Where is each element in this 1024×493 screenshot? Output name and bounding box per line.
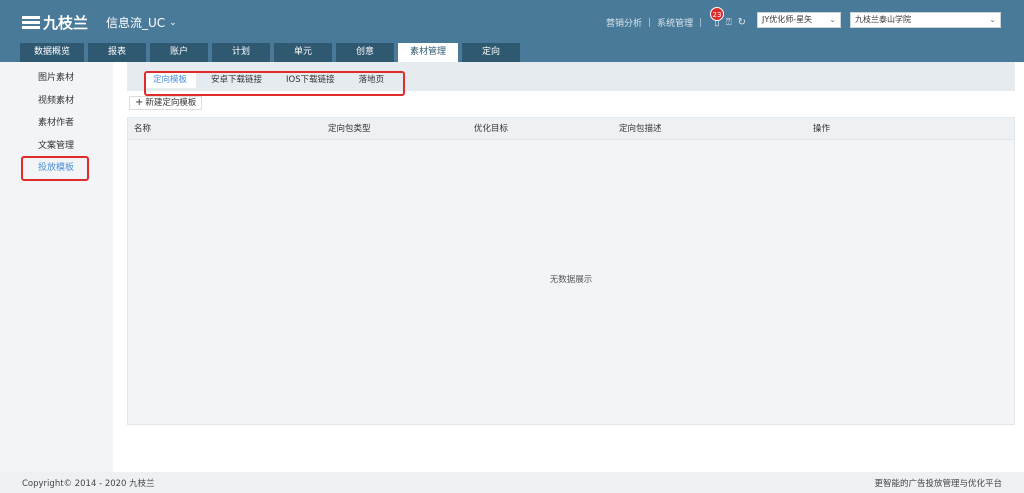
chevron-down-icon: ⌄ bbox=[989, 15, 996, 24]
highlight-box bbox=[144, 71, 405, 96]
top-links: 营销分析 | 系统管理 | ▯ ⍰ ↻ bbox=[606, 16, 746, 29]
sidebar-item-videos[interactable]: 视频素材 bbox=[0, 90, 113, 113]
sidebar: 图片素材 视频素材 素材作者 文案管理 投放模板 bbox=[0, 62, 113, 472]
table-header: 名称 定向包类型 优化目标 定向包描述 操作 bbox=[128, 118, 1014, 140]
empty-state: 无数据展示 bbox=[549, 275, 593, 285]
tab-targeting[interactable]: 定向 bbox=[462, 43, 520, 62]
logo-icon bbox=[22, 15, 40, 31]
account-select-value: JY优化师-星矢 bbox=[762, 15, 813, 24]
main-nav: 数据概览 报表 账户 计划 单元 创意 素材管理 定向 bbox=[20, 43, 524, 62]
new-template-button[interactable]: + 新建定向模板 bbox=[129, 96, 203, 110]
tab-plans[interactable]: 计划 bbox=[212, 43, 270, 62]
tab-material-management[interactable]: 素材管理 bbox=[398, 43, 458, 62]
notification-badge[interactable]: 23 bbox=[710, 7, 724, 21]
divider: | bbox=[699, 17, 703, 28]
divider: | bbox=[648, 17, 652, 28]
top-header: 九枝兰 信息流_UC ⌄ 营销分析 | 系统管理 | ▯ ⍰ ↻ 23 JY优化… bbox=[0, 0, 1024, 62]
sidebar-item-copywriting[interactable]: 文案管理 bbox=[0, 135, 113, 158]
chevron-down-icon: ⌄ bbox=[829, 15, 836, 24]
main-content: 定向模板 安卓下载链接 IOS下载链接 落地页 + 新建定向模板 名称 定向包类型… bbox=[113, 62, 1024, 472]
footer: Copyright© 2014 - 2020 九枝兰 更智能的广告投放管理与优化… bbox=[0, 472, 1024, 493]
tab-reports[interactable]: 报表 bbox=[88, 43, 146, 62]
copyright: Copyright© 2014 - 2020 九枝兰 bbox=[22, 479, 155, 489]
tab-data-overview[interactable]: 数据概览 bbox=[20, 43, 84, 62]
highlight-box bbox=[21, 156, 89, 181]
product-name: 信息流_UC bbox=[106, 16, 166, 30]
column-actions[interactable]: 操作 bbox=[813, 118, 830, 140]
column-goal[interactable]: 优化目标 bbox=[474, 118, 508, 140]
column-type[interactable]: 定向包类型 bbox=[328, 118, 371, 140]
school-select[interactable]: 九枝兰泰山学院 ⌄ bbox=[850, 12, 1001, 28]
chevron-down-icon: ⌄ bbox=[169, 17, 177, 28]
tab-units[interactable]: 单元 bbox=[274, 43, 332, 62]
refresh-icon[interactable]: ↻ bbox=[738, 17, 746, 28]
link-system-management[interactable]: 系统管理 bbox=[657, 16, 693, 29]
column-name[interactable]: 名称 bbox=[134, 118, 151, 140]
tab-accounts[interactable]: 账户 bbox=[150, 43, 208, 62]
sidebar-item-images[interactable]: 图片素材 bbox=[0, 67, 113, 90]
brand-name: 九枝兰 bbox=[43, 14, 89, 32]
new-template-label: 新建定向模板 bbox=[145, 98, 197, 108]
column-description[interactable]: 定向包描述 bbox=[619, 118, 662, 140]
help-icon[interactable]: ⍰ bbox=[726, 17, 732, 28]
tab-creatives[interactable]: 创意 bbox=[336, 43, 394, 62]
slogan: 更智能的广告投放管理与优化平台 bbox=[874, 479, 1002, 489]
plus-icon: + bbox=[135, 97, 144, 108]
account-select[interactable]: JY优化师-星矢 ⌄ bbox=[757, 12, 841, 28]
brand-logo[interactable]: 九枝兰 bbox=[22, 12, 88, 33]
link-marketing-analysis[interactable]: 营销分析 bbox=[606, 16, 642, 29]
sidebar-item-authors[interactable]: 素材作者 bbox=[0, 112, 113, 135]
product-switcher[interactable]: 信息流_UC ⌄ bbox=[106, 14, 177, 31]
school-select-value: 九枝兰泰山学院 bbox=[855, 15, 911, 24]
data-table: 名称 定向包类型 优化目标 定向包描述 操作 无数据展示 bbox=[127, 117, 1015, 425]
